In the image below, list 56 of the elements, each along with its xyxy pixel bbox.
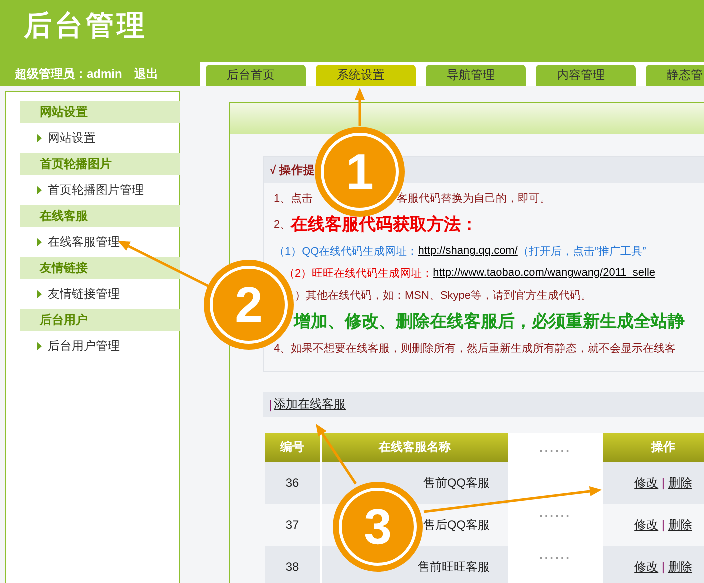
nav-tab[interactable]: 后台首页 xyxy=(206,65,306,86)
menu-link[interactable]: 后台用户管理 xyxy=(48,338,120,354)
notice-text: 4、如果不想要在线客服，则删除所有，然后重新生成所有静态，就不会显示在线客 xyxy=(274,342,676,356)
url-link[interactable]: http://shang.qq.com/ xyxy=(418,245,518,257)
triangle-icon xyxy=(37,186,42,194)
triangle-icon xyxy=(37,134,42,142)
nav-tab[interactable]: 内容管理 xyxy=(536,65,636,86)
triangle-icon xyxy=(37,290,42,298)
list-number: 2、 xyxy=(274,219,292,231)
notice-text: ）其他在线代码，如：MSN、Skype等，请到官方生成代码。 xyxy=(295,288,592,302)
notice-text: 1、点击 xyxy=(274,192,314,206)
triangle-icon xyxy=(37,342,42,350)
divider-mark: | xyxy=(660,476,666,490)
edit-link[interactable]: 修改 xyxy=(634,560,659,574)
nav-tab[interactable]: 静态管 xyxy=(646,65,704,86)
table-cell: 38 xyxy=(265,546,321,583)
delete-link[interactable]: 删除 xyxy=(668,560,692,574)
ellipsis-text: ...... xyxy=(539,506,572,520)
triangle-icon xyxy=(37,238,42,246)
notice-heading: 在线客服代码获取方法： xyxy=(291,214,478,236)
section-header: 网站设置 xyxy=(20,101,180,123)
divider-mark: | xyxy=(660,518,666,532)
url-link[interactable]: http://www.taobao.com/wangwang/2011_selle xyxy=(433,267,656,279)
menu-link[interactable]: 网站设置 xyxy=(48,130,96,146)
column-header: 在线客服名称 xyxy=(321,433,509,462)
nav-tab[interactable]: 系统设置 xyxy=(316,65,416,86)
menu-link[interactable]: 首页轮播图片管理 xyxy=(48,182,144,198)
nav-tab[interactable]: 导航管理 xyxy=(426,65,526,86)
notice-text: （1）QQ在线代码生成网址： xyxy=(274,244,418,258)
edit-link[interactable]: 修改 xyxy=(634,518,659,532)
admin-label: 超级管理员：admin xyxy=(15,66,122,82)
section-header: 友情链接 xyxy=(20,257,180,279)
table-cell: 36 xyxy=(265,462,321,504)
divider-mark: | xyxy=(269,398,272,412)
divider-mark: | xyxy=(660,560,666,574)
section-header: 首页轮播图片 xyxy=(20,153,180,175)
column-header: ...... xyxy=(509,433,602,462)
site-title: 后台管理 xyxy=(22,9,149,43)
table-cell: 37 xyxy=(265,504,321,546)
delete-link[interactable]: 删除 xyxy=(668,518,692,532)
ellipsis-text: ...... xyxy=(539,548,572,562)
column-header: 操作 xyxy=(602,433,704,462)
section-header: 后台用户 xyxy=(20,309,180,331)
notice-text: （打开后，点击“推广工具” xyxy=(518,244,646,258)
menu-link[interactable]: 友情链接管理 xyxy=(48,286,120,302)
section-header: 在线客服 xyxy=(20,205,180,227)
arrow xyxy=(355,88,365,126)
menu-link[interactable]: 在线客服管理 xyxy=(48,234,120,250)
delete-link[interactable]: 删除 xyxy=(668,476,692,490)
arrow xyxy=(316,424,358,485)
notice-title: √ 操作提 xyxy=(270,164,316,178)
warning-text: 增加、修改、删除在线客服后，必须重新生成全站静 xyxy=(292,311,685,333)
notice-text: 客服代码替换为自己的，即可。 xyxy=(397,192,552,206)
add-link[interactable]: 添加在线客服 xyxy=(274,396,346,413)
edit-link[interactable]: 修改 xyxy=(634,476,659,490)
column-header: 编号 xyxy=(265,433,321,462)
